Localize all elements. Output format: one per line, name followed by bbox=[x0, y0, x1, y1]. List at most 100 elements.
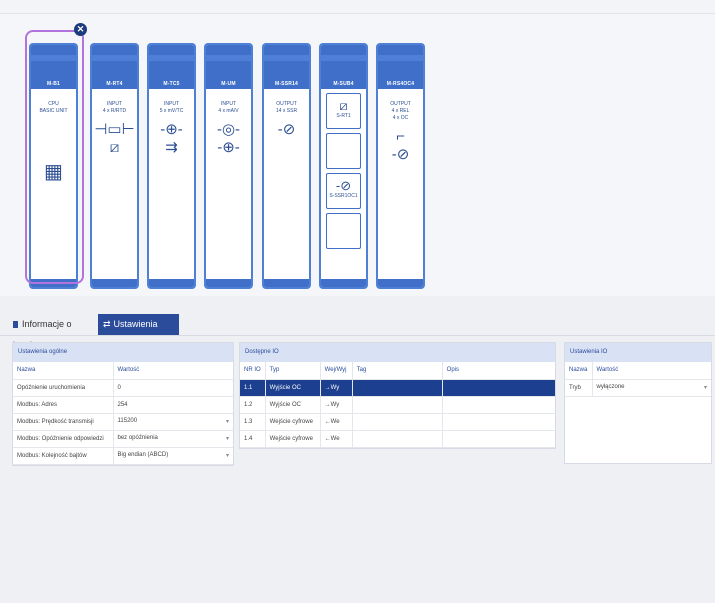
table-row: Modbus: Kolejność bajtów Big endian (ABCD… bbox=[13, 447, 233, 465]
submodule-slot[interactable] bbox=[326, 133, 361, 169]
setting-value[interactable]: 254 bbox=[113, 396, 233, 414]
table-row: Modbus: Opóźnienie odpowiedzi bez opóźnie… bbox=[13, 430, 233, 448]
module-m-um[interactable]: M-UM INPUT 4 x mA/V -◎- -⊕- bbox=[204, 43, 253, 289]
available-io-panel: Dostępne IO NR IO Typ Wej/Wyj Tag Opis 1.1 Wy… bbox=[239, 342, 556, 449]
io-description[interactable] bbox=[442, 430, 555, 448]
selected-module-outline bbox=[25, 30, 84, 284]
module-line: 4 x OC bbox=[392, 115, 409, 121]
module-line: 4 x REL bbox=[391, 108, 410, 114]
module-m-ssr14[interactable]: M-SSR14 OUTPUT 14 x SSR -⊘ bbox=[262, 43, 311, 289]
table-row: Tryb wyłączone ▾ bbox=[565, 379, 711, 397]
column-header: Wej/Wyj bbox=[320, 362, 353, 380]
thermistor-icon: ⧄ bbox=[339, 98, 348, 113]
module-line: INPUT bbox=[221, 101, 236, 107]
column-header: NR IO bbox=[240, 362, 266, 380]
submodule-slot[interactable] bbox=[326, 213, 361, 249]
module-line: 5 x mV/TC bbox=[159, 108, 184, 114]
module-line: OUTPUT bbox=[276, 101, 297, 107]
panel-title: Dostępne IO bbox=[240, 343, 555, 362]
thermocouple-icon: ⇉ bbox=[165, 139, 178, 156]
close-icon[interactable]: ✕ bbox=[74, 23, 87, 36]
setting-value[interactable]: 0 bbox=[113, 379, 233, 397]
module-name: M-SUB4 bbox=[333, 81, 354, 87]
io-type: Wyjście OC bbox=[265, 396, 321, 414]
module-line: INPUT bbox=[164, 101, 179, 107]
setting-name: Modbus: Kolejność bajtów bbox=[13, 447, 114, 465]
module-line: 4 x R/RTD bbox=[102, 108, 127, 114]
card-icon bbox=[13, 321, 18, 329]
io-direction: ←We bbox=[320, 430, 353, 448]
module-name: M-RS4OC4 bbox=[386, 81, 415, 87]
io-number: 1.4 bbox=[240, 430, 266, 448]
module-name: M-SSR14 bbox=[274, 81, 299, 87]
io-number: 1.3 bbox=[240, 413, 266, 431]
module-line: INPUT bbox=[107, 101, 122, 107]
mode-select[interactable]: wyłączone ▾ bbox=[592, 379, 711, 397]
table-row[interactable]: 1.4 Wejście cyfrowe ←We bbox=[240, 430, 555, 448]
module-name: M-UM bbox=[221, 81, 236, 87]
chevron-down-icon: ▾ bbox=[703, 385, 707, 391]
module-m-rs4oc4[interactable]: M-RS4OC4 OUTPUT 4 x REL 4 x OC ⌐ -⊘ bbox=[376, 43, 425, 289]
setting-name: Modbus: Opóźnienie odpowiedzi bbox=[13, 430, 114, 448]
transistor-icon: -⊘ bbox=[335, 178, 352, 193]
general-settings-panel: Ustawienia ogólne Nazwa Wartość Opóźnieni… bbox=[12, 342, 234, 466]
table-row[interactable]: 1.1 Wyjście OC →Wy bbox=[240, 379, 555, 397]
table-row: Modbus: Adres 254 bbox=[13, 396, 233, 414]
io-direction: ←We bbox=[320, 413, 353, 431]
io-tag[interactable] bbox=[352, 413, 443, 431]
chevron-down-icon: ▾ bbox=[225, 453, 229, 459]
table-row: Modbus: Prędkość transmisji 115200 ▾ bbox=[13, 413, 233, 431]
io-tag[interactable] bbox=[352, 430, 443, 448]
module-line: OUTPUT bbox=[390, 101, 411, 107]
sliders-icon: ⇄ bbox=[103, 319, 111, 329]
thermistor-icon: ⧄ bbox=[109, 139, 120, 156]
io-tag[interactable] bbox=[352, 379, 443, 397]
submodule-slot[interactable]: -⊘ S-SSR1OC1 bbox=[326, 173, 361, 209]
byte-order-select[interactable]: Big endian (ABCD) ▾ bbox=[113, 447, 233, 465]
panel-title: Ustawienia IO bbox=[565, 343, 711, 362]
transistor-icon: -⊘ bbox=[391, 146, 410, 163]
tab-divider bbox=[0, 335, 715, 336]
io-settings-panel: Ustawienia IO Nazwa Wartość Tryb wyłączone… bbox=[564, 342, 712, 464]
column-header: Opis bbox=[442, 362, 555, 380]
io-description[interactable] bbox=[442, 413, 555, 431]
io-number: 1.2 bbox=[240, 396, 266, 414]
baud-rate-select[interactable]: 115200 ▾ bbox=[113, 413, 233, 431]
io-number: 1.1 bbox=[240, 379, 266, 397]
io-tag[interactable] bbox=[352, 396, 443, 414]
column-header: Wartość bbox=[592, 362, 711, 380]
current-source-icon: -◎- bbox=[216, 121, 241, 138]
module-name: M-TC5 bbox=[163, 81, 180, 87]
transistor-icon: -⊘ bbox=[277, 121, 296, 138]
module-m-tc5[interactable]: M-TC5 INPUT 5 x mV/TC -⊕- ⇉ bbox=[147, 43, 196, 289]
relay-icon: ⌐ bbox=[396, 128, 405, 145]
tab-card-info[interactable]: Informacje o karcie bbox=[8, 314, 98, 350]
submodule-slot[interactable]: ⧄ S-RT1 bbox=[326, 93, 361, 129]
slot-label: S-SSR1OC1 bbox=[329, 193, 358, 199]
module-line: 4 x mA/V bbox=[218, 108, 239, 114]
module-line: 14 x SSR bbox=[275, 108, 298, 114]
setting-name: Modbus: Adres bbox=[13, 396, 114, 414]
top-bar bbox=[0, 0, 715, 14]
resistor-icon: ⊣▭⊢ bbox=[94, 121, 135, 138]
module-rack: M-B1 CPU BASIC UNIT ▦ M-RT4 INPUT 4 x R/RT… bbox=[0, 14, 715, 296]
tab-card-settings[interactable]: ⇄Ustawienia karty bbox=[98, 314, 179, 350]
io-type: Wejście cyfrowe bbox=[265, 430, 321, 448]
io-type: Wejście cyfrowe bbox=[265, 413, 321, 431]
column-header: Wartość bbox=[113, 362, 233, 380]
chevron-down-icon: ▾ bbox=[225, 419, 229, 425]
table-row[interactable]: 1.2 Wyjście OC →Wy bbox=[240, 396, 555, 414]
io-description[interactable] bbox=[442, 396, 555, 414]
column-header: Nazwa bbox=[13, 362, 114, 380]
column-header: Nazwa bbox=[565, 362, 593, 380]
response-delay-select[interactable]: bez opóźnienia ▾ bbox=[113, 430, 233, 448]
io-description[interactable] bbox=[442, 379, 555, 397]
module-m-rt4[interactable]: M-RT4 INPUT 4 x R/RTD ⊣▭⊢ ⧄ bbox=[90, 43, 139, 289]
chevron-down-icon: ▾ bbox=[225, 436, 229, 442]
slot-label: S-RT1 bbox=[336, 113, 351, 119]
table-row[interactable]: 1.3 Wejście cyfrowe ←We bbox=[240, 413, 555, 431]
table-row: Opóźnienie uruchomienia 0 bbox=[13, 379, 233, 397]
setting-name: Tryb bbox=[565, 379, 593, 397]
module-m-sub4[interactable]: M-SUB4 ⧄ S-RT1 -⊘ S-SSR1OC1 bbox=[319, 43, 368, 289]
column-header: Tag bbox=[352, 362, 443, 380]
